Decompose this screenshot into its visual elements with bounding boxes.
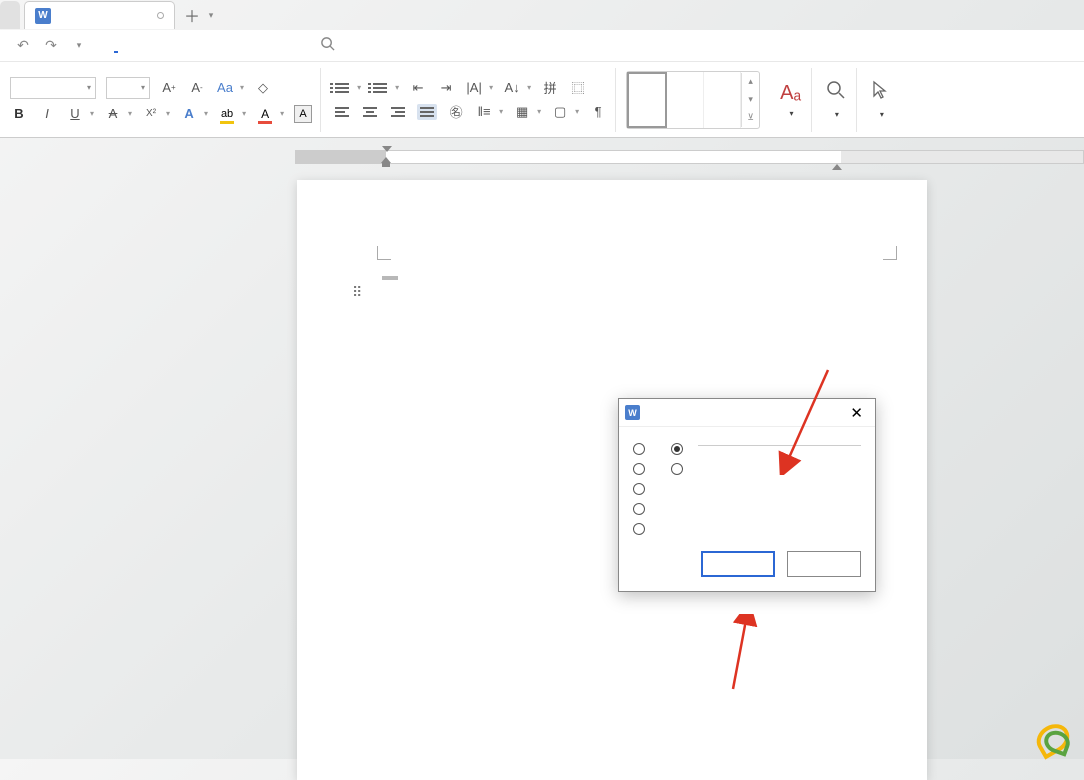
shrink-font-icon[interactable]: A-	[188, 79, 206, 97]
indent-icon[interactable]: ⇥	[437, 79, 455, 97]
undo-icon[interactable]: ↶	[14, 37, 32, 55]
line-spacing-icon[interactable]: ‖≡	[475, 103, 493, 121]
menu-tabs	[96, 39, 300, 53]
char-spacing-icon[interactable]: |A|	[465, 79, 483, 97]
styles-gallery: ▴ ▾ ⊻	[626, 71, 760, 129]
menu-review[interactable]	[218, 39, 222, 53]
style-h2[interactable]	[704, 72, 741, 128]
align-center-icon[interactable]	[361, 103, 379, 121]
selected-text[interactable]	[382, 276, 398, 280]
align-right-icon[interactable]	[389, 103, 407, 121]
tab-template[interactable]	[0, 1, 20, 29]
strike-icon[interactable]: A	[104, 105, 122, 123]
char-border-icon[interactable]: ⿴	[569, 79, 587, 97]
margin-corner-tr	[883, 246, 897, 260]
style-body[interactable]	[627, 72, 667, 128]
radio-sentence-case[interactable]	[633, 443, 651, 455]
find-icon	[826, 80, 846, 106]
radio-fullwidth[interactable]	[671, 463, 689, 475]
radio-title-case[interactable]	[633, 523, 651, 535]
selection-handle[interactable]: ⠿	[352, 284, 362, 301]
highlight-icon[interactable]: ab	[218, 105, 236, 123]
char-shading-icon[interactable]: A	[294, 105, 312, 123]
radio-toggle-case[interactable]	[633, 503, 651, 515]
stylebook-button[interactable]: Aₐ ▾	[770, 68, 812, 132]
findreplace-button[interactable]: ▾	[816, 68, 857, 132]
align-justify-icon[interactable]	[417, 104, 437, 120]
right-indent-marker[interactable]	[832, 162, 842, 172]
first-line-indent[interactable]	[382, 146, 392, 154]
new-tab-button[interactable]: ＋	[179, 2, 205, 28]
quick-access: ↶ ↷ ▾	[6, 37, 96, 55]
ribbon: ▾ ▾ A+ A- Aa▾ ◇ B I U▾ A▾ X²▾ A▾ ab▾ A▾ …	[0, 62, 1084, 138]
redo-icon[interactable]: ↷	[42, 37, 60, 55]
radio-lowercase[interactable]	[633, 463, 651, 475]
cancel-button[interactable]	[787, 551, 861, 577]
menu-home[interactable]	[114, 39, 118, 53]
new-tab-dropdown[interactable]: ▾	[205, 10, 217, 21]
select-button[interactable]: ▾	[861, 68, 901, 132]
tab-unsaved-dot	[157, 12, 164, 19]
radio-uppercase[interactable]	[633, 483, 651, 495]
margin-corner-tl	[377, 246, 391, 260]
pinyin-icon[interactable]: 拼	[541, 79, 559, 97]
hanging-indent[interactable]	[382, 163, 392, 171]
menu-bar: ↶ ↷ ▾	[0, 30, 1084, 62]
word-icon: W	[625, 405, 640, 420]
change-case-icon[interactable]: Aa	[216, 79, 234, 97]
style-down-icon[interactable]: ▾	[741, 91, 759, 109]
search-icon[interactable]	[320, 36, 335, 55]
radio-halfwidth[interactable]	[671, 443, 689, 455]
bold-icon[interactable]: B	[10, 105, 28, 123]
paragraph-group: ▾ ▾ ⇤ ⇥ |A|▾ A↓▾ 拼 ⿴ ㊔ ‖≡▾ ▦▾ ▢▾ ¶	[325, 68, 616, 132]
borders-icon[interactable]: ▢	[551, 103, 569, 121]
italic-icon[interactable]: I	[38, 105, 56, 123]
numbering-icon[interactable]	[371, 79, 389, 97]
menu-member[interactable]	[296, 39, 300, 53]
ok-button[interactable]	[701, 551, 775, 577]
style-h1[interactable]	[667, 72, 704, 128]
para-options-icon[interactable]: ¶	[589, 103, 607, 121]
qat-dropdown-icon[interactable]: ▾	[70, 37, 88, 55]
outdent-icon[interactable]: ⇤	[409, 79, 427, 97]
shading-icon[interactable]: ▦	[513, 103, 531, 121]
sort-icon[interactable]: A↓	[503, 79, 521, 97]
dialog-titlebar[interactable]: W ✕	[619, 399, 875, 427]
stylebook-icon: Aₐ	[780, 82, 801, 105]
font-group: ▾ ▾ A+ A- Aa▾ ◇ B I U▾ A▾ X²▾ A▾ ab▾ A▾ …	[2, 68, 321, 132]
menu-page[interactable]	[166, 39, 170, 53]
horizontal-ruler[interactable]	[0, 146, 1084, 168]
text-effect-icon[interactable]: A	[180, 105, 198, 123]
clear-format-icon[interactable]: ◇	[254, 79, 272, 97]
word-icon: W	[35, 8, 51, 24]
style-up-icon[interactable]: ▴	[741, 73, 759, 91]
menu-view[interactable]	[244, 39, 248, 53]
tab-document[interactable]: W	[24, 1, 175, 29]
style-nav: ▴ ▾ ⊻	[741, 73, 759, 127]
watermark-logo-icon	[1036, 725, 1066, 751]
underline-icon[interactable]: U	[66, 105, 84, 123]
change-case-dialog: W ✕	[618, 398, 876, 592]
align-left-icon[interactable]	[333, 103, 351, 121]
superscript-icon[interactable]: X²	[142, 105, 160, 123]
menu-insert[interactable]	[140, 39, 144, 53]
font-size-select[interactable]: ▾	[106, 77, 150, 99]
document-tabs: W ＋ ▾	[0, 0, 1084, 30]
bullets-icon[interactable]	[333, 79, 351, 97]
close-icon[interactable]: ✕	[844, 402, 869, 424]
menu-tools[interactable]	[270, 39, 274, 53]
distributed-icon[interactable]: ㊔	[447, 103, 465, 121]
style-more-icon[interactable]: ⊻	[741, 109, 759, 127]
font-name-select[interactable]: ▾	[10, 77, 96, 99]
menu-ref[interactable]	[192, 39, 196, 53]
grow-font-icon[interactable]: A+	[160, 79, 178, 97]
select-icon	[871, 80, 891, 106]
watermark	[1036, 725, 1072, 751]
font-color-icon[interactable]: A	[256, 105, 274, 123]
